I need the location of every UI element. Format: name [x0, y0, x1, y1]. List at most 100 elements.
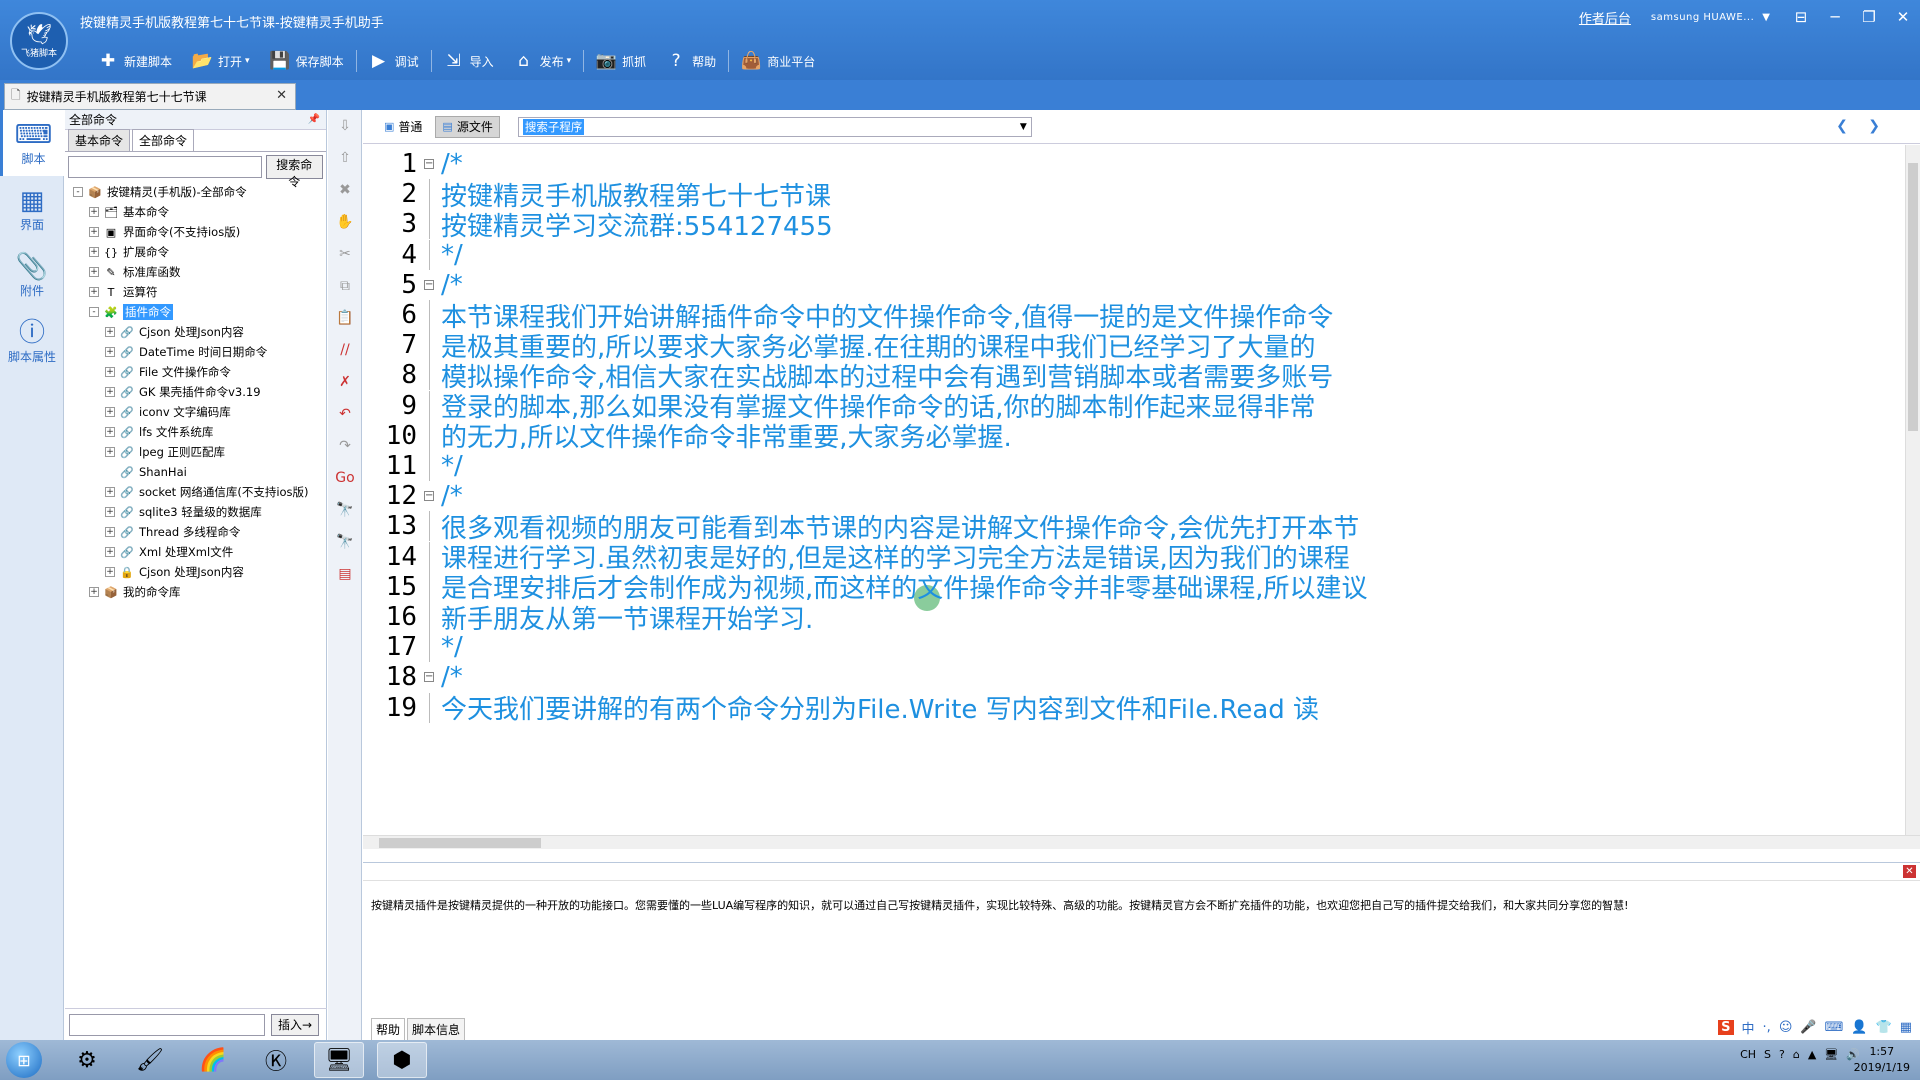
ime-button[interactable]: ·,: [1763, 1020, 1771, 1035]
cut-icon[interactable]: ✂: [328, 238, 362, 270]
view-mode-normal-view[interactable]: ▣ 普通: [377, 116, 429, 138]
help-close-icon[interactable]: ✕: [1903, 865, 1916, 878]
search-command-button[interactable]: 搜索命令: [265, 155, 323, 189]
fold-toggle-icon[interactable]: −: [424, 491, 434, 502]
help-tab[interactable]: 帮助: [371, 1018, 406, 1041]
tray-icon[interactable]: S: [1764, 1048, 1771, 1061]
editor-vertical-scrollbar[interactable]: [1905, 145, 1920, 835]
app-anjian-icon[interactable]: 🖥: [314, 1042, 364, 1078]
tray-icon[interactable]: ▲: [1808, 1048, 1816, 1061]
tree-item[interactable]: + 🔗 DateTime 时间日期命令: [69, 342, 326, 362]
command-insert-input[interactable]: [69, 1013, 265, 1036]
fold-toggle-icon[interactable]: −: [424, 279, 434, 290]
document-tab[interactable]: 🗋 按键精灵手机版教程第七十七节课 ✕: [4, 83, 296, 110]
command-search-input[interactable]: [68, 156, 262, 178]
expand-icon[interactable]: +: [105, 407, 115, 417]
app-color-icon[interactable]: 🌈: [188, 1042, 238, 1078]
delete-icon[interactable]: ✖: [328, 174, 362, 206]
tray-icon[interactable]: ?: [1779, 1048, 1785, 1061]
tree-item[interactable]: + 🔗 iconv 文字编码库: [69, 402, 326, 422]
collapse-icon[interactable]: -: [89, 307, 99, 317]
expand-icon[interactable]: +: [105, 327, 115, 337]
fold-toggle-icon[interactable]: −: [424, 159, 434, 169]
ime-button[interactable]: ▦: [1900, 1020, 1912, 1035]
goto-icon[interactable]: Go: [328, 462, 362, 494]
tree-item[interactable]: + T 运算符: [69, 282, 326, 302]
tree-item[interactable]: + ▣ 界面命令(不支持ios版): [69, 222, 326, 242]
tree-item[interactable]: - 🧩 插件命令: [69, 302, 326, 322]
expand-icon[interactable]: +: [105, 507, 115, 517]
expand-icon[interactable]: +: [105, 367, 115, 377]
app-k-icon[interactable]: Ⓚ: [251, 1042, 301, 1078]
tree-item[interactable]: + 🔗 sqlite3 轻量级的数据库: [69, 502, 326, 522]
left-nav-item-attachment[interactable]: 📎 附件: [0, 242, 64, 308]
subroutine-select[interactable]: 搜索子程序 ▼: [517, 116, 1032, 137]
pin-icon[interactable]: 📌: [308, 114, 320, 125]
app-brush-icon[interactable]: 🖌: [125, 1042, 175, 1078]
toolbar-button-plus[interactable]: ✚ 新建脚本: [88, 48, 182, 74]
device-dropdown-icon[interactable]: ▼: [1762, 12, 1770, 23]
ime-button[interactable]: 🎤: [1800, 1020, 1816, 1035]
maximize-icon[interactable]: ❐: [1852, 0, 1886, 34]
toolbar-button-camera[interactable]: 📷 抓抓: [586, 48, 656, 74]
format-icon[interactable]: ▤: [328, 558, 362, 590]
tree-item[interactable]: + {} 扩展命令: [69, 242, 326, 262]
hand-icon[interactable]: ✋: [328, 206, 362, 238]
expand-icon[interactable]: +: [105, 427, 115, 437]
toolbar-button-import[interactable]: ⇲ 导入: [434, 48, 504, 74]
ime-button[interactable]: S: [1718, 1019, 1734, 1035]
dropdown-caret-icon[interactable]: ▾: [245, 56, 250, 66]
toolbar-button-save[interactable]: 💾 保存脚本: [260, 48, 354, 74]
tree-item[interactable]: 🔗 ShanHai: [69, 462, 326, 482]
toolbar-button-publish[interactable]: ⌂ 发布 ▾: [504, 48, 582, 74]
app-connect-icon[interactable]: ⚙: [62, 1042, 112, 1078]
tray-icon[interactable]: ⌂: [1793, 1048, 1800, 1061]
expand-icon[interactable]: +: [105, 387, 115, 397]
tree-item[interactable]: + 🗂 基本命令: [69, 202, 326, 222]
ime-button[interactable]: 👕: [1876, 1020, 1892, 1035]
tree-item[interactable]: + 🔗 Xml 处理Xml文件: [69, 542, 326, 562]
expand-icon[interactable]: +: [105, 447, 115, 457]
ime-button[interactable]: ☺: [1779, 1020, 1793, 1035]
device-selector[interactable]: samsung HUAWE...: [1651, 12, 1754, 23]
left-nav-item-info[interactable]: ⓘ 脚本属性: [0, 308, 64, 374]
restore-layout-icon[interactable]: ⊟: [1784, 0, 1818, 34]
expand-icon[interactable]: +: [89, 207, 99, 217]
tree-item[interactable]: + 🔗 Cjson 处理Json内容: [69, 322, 326, 342]
undo-icon[interactable]: ↶: [328, 398, 362, 430]
left-nav-item-script[interactable]: ⌨ 脚本: [0, 110, 64, 176]
toolbar-button-folder[interactable]: 📂 打开 ▾: [182, 48, 260, 74]
expand-icon[interactable]: +: [105, 547, 115, 557]
dropdown-caret-icon[interactable]: ▾: [567, 56, 572, 66]
tree-item[interactable]: + 🔗 lfs 文件系统库: [69, 422, 326, 442]
admin-link[interactable]: 作者后台: [1579, 8, 1631, 27]
tree-item[interactable]: + 🔗 lpeg 正则匹配库: [69, 442, 326, 462]
prev-arrow-icon[interactable]: ❮: [1836, 118, 1848, 134]
copy-icon[interactable]: ⧉: [328, 270, 362, 302]
expand-icon[interactable]: +: [105, 347, 115, 357]
expand-icon[interactable]: +: [105, 527, 115, 537]
ime-button[interactable]: 中: [1742, 1018, 1755, 1037]
expand-icon[interactable]: +: [105, 567, 115, 577]
redo-icon[interactable]: ↷: [328, 430, 362, 462]
insert-button[interactable]: 插入→: [271, 1013, 320, 1036]
scroll-thumb[interactable]: [1908, 163, 1918, 431]
tree-item[interactable]: + 🔗 GK 果壳插件命令v3.19: [69, 382, 326, 402]
tree-item[interactable]: + 🔗 Thread 多线程命令: [69, 522, 326, 542]
tray-icon[interactable]: 🖥: [1824, 1048, 1838, 1061]
minimize-icon[interactable]: ─: [1818, 0, 1852, 34]
expand-icon[interactable]: +: [105, 487, 115, 497]
fold-toggle-icon[interactable]: −: [424, 672, 434, 683]
tree-item[interactable]: + 🔗 socket 网络通信库(不支持ios版): [69, 482, 326, 502]
next-arrow-icon[interactable]: ❯: [1868, 118, 1880, 134]
expand-icon[interactable]: +: [89, 227, 99, 237]
tree-item[interactable]: + 📦 我的命令库: [69, 582, 326, 602]
ime-button[interactable]: 👤: [1851, 1020, 1867, 1035]
command-tab[interactable]: 全部命令: [132, 129, 195, 151]
help-tab[interactable]: 脚本信息: [407, 1018, 466, 1041]
toolbar-button-shop[interactable]: 👜 商业平台: [731, 48, 825, 74]
tree-item[interactable]: + ✎ 标准库函数: [69, 262, 326, 282]
uncomment-icon[interactable]: ✗: [328, 366, 362, 398]
view-mode-source-view[interactable]: ▤ 源文件: [435, 115, 500, 138]
find-icon[interactable]: 🔭: [328, 494, 362, 526]
